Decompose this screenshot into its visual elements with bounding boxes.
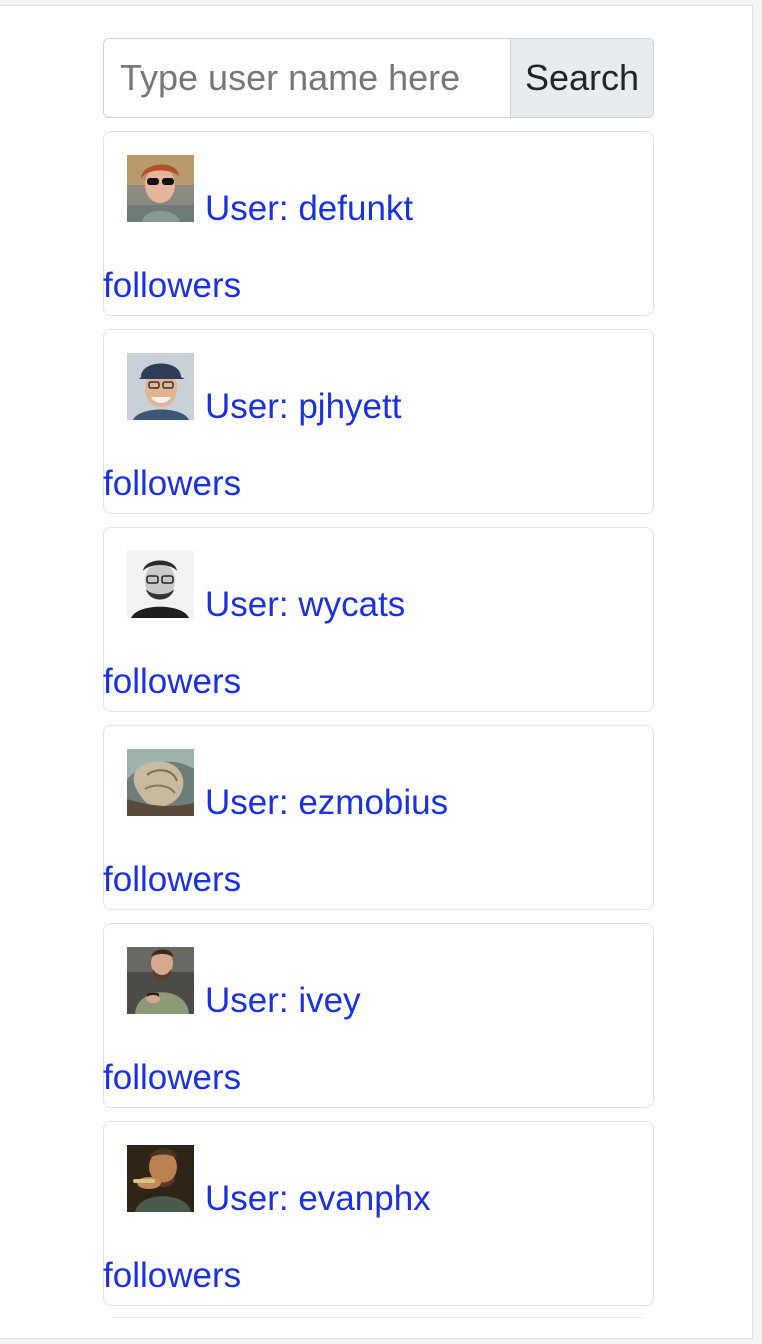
page: Search User: defunkt followers — [0, 5, 753, 1339]
user-name: User: wycats — [205, 585, 406, 624]
user-card: User: ivey followers — [103, 923, 654, 1108]
user-name: User: defunkt — [205, 189, 414, 228]
avatar — [127, 155, 194, 222]
user-link-wycats[interactable]: User: wycats — [127, 551, 405, 622]
user-card: User: wycats followers — [103, 527, 654, 712]
user-name: User: evanphx — [205, 1179, 431, 1218]
user-name: User: ivey — [205, 981, 361, 1020]
user-list: User: defunkt followers User: pjhyett fo… — [103, 131, 654, 1319]
followers-link[interactable]: followers — [103, 1256, 241, 1296]
followers-link[interactable]: followers — [103, 662, 241, 702]
user-name: User: ezmobius — [205, 783, 449, 822]
user-link-defunkt[interactable]: User: defunkt — [127, 155, 413, 226]
user-link-ivey[interactable]: User: ivey — [127, 947, 361, 1018]
user-name: User: pjhyett — [205, 387, 402, 426]
user-card: User: ezmobius followers — [103, 725, 654, 910]
search-button[interactable]: Search — [510, 38, 654, 118]
user-card: User: pjhyett followers — [103, 329, 654, 514]
search-input[interactable] — [103, 38, 510, 118]
avatar — [127, 947, 194, 1014]
followers-link[interactable]: followers — [103, 464, 241, 504]
avatar — [127, 551, 194, 618]
avatar — [127, 749, 194, 816]
divider — [112, 1317, 644, 1318]
avatar — [127, 353, 194, 420]
followers-link[interactable]: followers — [103, 1058, 241, 1098]
user-card: User: evanphx followers — [103, 1121, 654, 1306]
followers-link[interactable]: followers — [103, 860, 241, 900]
user-link-pjhyett[interactable]: User: pjhyett — [127, 353, 401, 424]
avatar — [127, 1145, 194, 1212]
user-card: User: defunkt followers — [103, 131, 654, 316]
user-link-ezmobius[interactable]: User: ezmobius — [127, 749, 448, 820]
search-form: Search — [103, 38, 654, 118]
followers-link[interactable]: followers — [103, 266, 241, 306]
user-link-evanphx[interactable]: User: evanphx — [127, 1145, 431, 1216]
